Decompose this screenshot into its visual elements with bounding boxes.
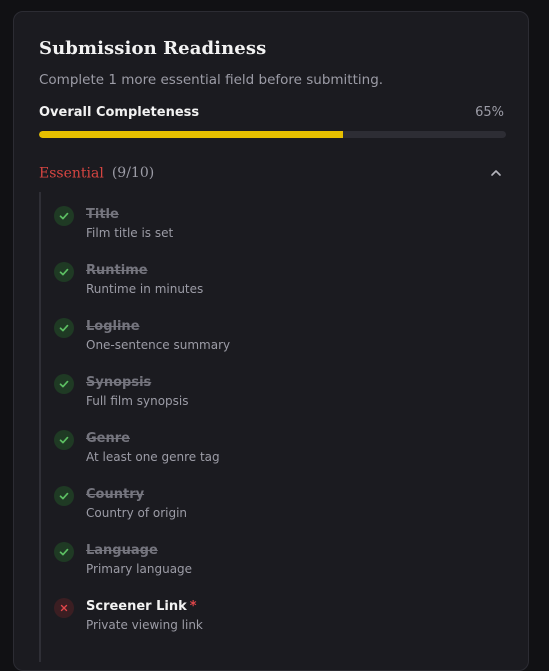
section-header-essential[interactable]: Essential (9/10) bbox=[39, 164, 506, 186]
checklist-item-description: Country of origin bbox=[86, 506, 188, 520]
x-circle-icon bbox=[54, 598, 74, 618]
panel-subtitle: Complete 1 more essential field before s… bbox=[39, 72, 384, 88]
checklist-item-description: At least one genre tag bbox=[86, 450, 220, 464]
section-name: Essential bbox=[39, 165, 104, 182]
checklist-item-label: Genre bbox=[86, 431, 130, 446]
check-circle-icon bbox=[54, 318, 74, 338]
checklist-item-title: Country bbox=[86, 487, 145, 502]
checklist-item-description: One-sentence summary bbox=[86, 338, 231, 352]
checklist-item[interactable]: Synopsis Full film synopsis bbox=[41, 366, 481, 410]
check-circle-icon bbox=[54, 262, 74, 282]
progress-bar bbox=[39, 131, 506, 138]
submission-readiness-panel: Submission Readiness Complete 1 more ess… bbox=[13, 11, 529, 671]
checklist-item-description: Full film synopsis bbox=[86, 394, 189, 408]
required-indicator: * bbox=[189, 599, 197, 614]
checklist-item-title: Language bbox=[86, 543, 158, 558]
panel-title: Submission Readiness bbox=[39, 38, 267, 59]
checklist-item-description: Runtime in minutes bbox=[86, 282, 204, 296]
check-circle-icon bbox=[54, 430, 74, 450]
checklist: Title Film title is set Runtime Runtime in … bbox=[39, 192, 511, 662]
progress-value: 65% bbox=[475, 105, 504, 120]
progress-label: Overall Completeness bbox=[39, 105, 200, 120]
checklist-item[interactable]: Runtime Runtime in minutes bbox=[41, 254, 481, 298]
chevron-up-icon[interactable] bbox=[490, 168, 502, 178]
check-circle-icon bbox=[54, 206, 74, 226]
progress-bar-fill bbox=[39, 131, 343, 138]
checklist-item-title: Screener Link bbox=[86, 599, 187, 614]
section-count: (9/10) bbox=[111, 165, 155, 182]
checklist-item-description: Film title is set bbox=[86, 226, 174, 240]
check-circle-icon bbox=[54, 542, 74, 562]
checklist-item[interactable]: Screener Link * Private viewing link bbox=[41, 590, 481, 634]
checklist-item-label: Screener Link * bbox=[86, 599, 197, 614]
checklist-item-title: Runtime bbox=[86, 263, 148, 278]
checklist-item[interactable]: Genre At least one genre tag bbox=[41, 422, 481, 466]
checklist-item-label: Synopsis bbox=[86, 375, 151, 390]
checklist-item-title: Title bbox=[86, 207, 119, 222]
checklist-item[interactable]: Language Primary language bbox=[41, 534, 481, 578]
checklist-item-label: Runtime bbox=[86, 263, 148, 278]
checklist-item[interactable]: Logline One-sentence summary bbox=[41, 310, 481, 354]
checklist-item-label: Country bbox=[86, 487, 144, 502]
checklist-item-label: Title bbox=[86, 207, 119, 222]
checklist-item-description: Primary language bbox=[86, 562, 193, 576]
checklist-item-label: Logline bbox=[86, 319, 140, 334]
checklist-item-title: Synopsis bbox=[86, 375, 152, 390]
check-circle-icon bbox=[54, 486, 74, 506]
checklist-item-title: Logline bbox=[86, 319, 140, 334]
checklist-item-description: Private viewing link bbox=[86, 618, 203, 632]
checklist-item-label: Language bbox=[86, 543, 158, 558]
check-circle-icon bbox=[54, 374, 74, 394]
checklist-item[interactable]: Country Country of origin bbox=[41, 478, 481, 522]
checklist-item-title: Genre bbox=[86, 431, 130, 446]
checklist-item[interactable]: Title Film title is set bbox=[41, 198, 481, 242]
